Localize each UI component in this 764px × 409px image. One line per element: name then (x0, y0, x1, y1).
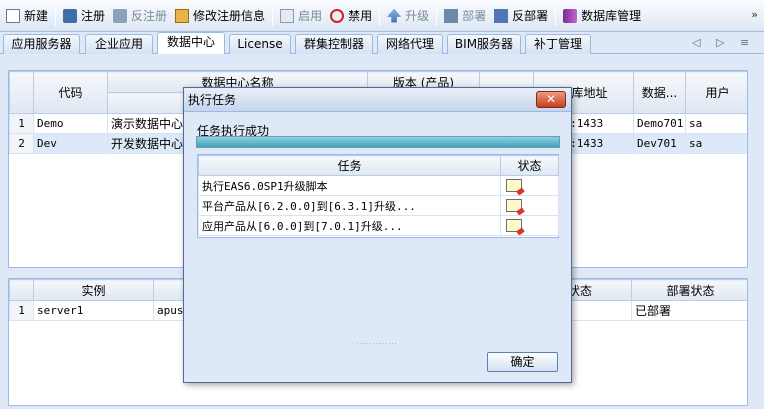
edit-icon (175, 8, 190, 23)
task-row[interactable]: 执行EAS6.0SP1升级脚本 (198, 175, 559, 196)
new-icon (6, 8, 20, 23)
cell-db-name: Dev701 (633, 133, 686, 154)
unregister-icon (113, 8, 128, 23)
enable-icon (280, 8, 295, 23)
toolbar-separator (555, 5, 557, 26)
register-button[interactable]: 注册 (59, 4, 109, 28)
tab-network-proxy[interactable]: 网络代理 (377, 34, 443, 54)
column-header-db-name[interactable]: 数据... (633, 71, 686, 114)
tab-app-server[interactable]: 应用服务器 (3, 34, 80, 54)
cell-user: sa (685, 113, 747, 134)
upgrade-label: 升级 (405, 9, 430, 23)
dialog-title: 执行任务 (188, 93, 237, 107)
tab-enterprise-app[interactable]: 企业应用 (85, 34, 153, 54)
execute-task-dialog: 执行任务 ✕ 任务执行成功 任务 状态 执行EAS6.0SP1升级脚本 平台产品… (183, 87, 572, 383)
close-icon[interactable]: ✕ (536, 91, 566, 108)
database-management-label: 数据库管理 (581, 9, 642, 23)
dialog-title-bar[interactable]: 执行任务 (184, 88, 571, 112)
task-name: 应用产品从[6.0.0]到[7.0.1]升级... (198, 215, 501, 236)
column-header-user[interactable]: 用户 (685, 71, 747, 114)
database-management-button[interactable]: 数据库管理 (559, 4, 645, 28)
cell-user: sa (685, 133, 747, 154)
task-done-icon (506, 218, 522, 232)
column-header-task[interactable]: 任务 (198, 155, 501, 176)
resize-grip-icon[interactable]: ············· (356, 340, 398, 348)
task-done-icon (506, 198, 522, 212)
cell-db-name: Demo701 (633, 113, 686, 134)
tab-bim-server[interactable]: BIM服务器 (447, 34, 521, 54)
tab-menu-icon[interactable]: ≡ (740, 36, 749, 49)
row-number: 1 (9, 113, 34, 134)
column-header-num (9, 71, 34, 114)
tab-patch-management[interactable]: 补丁管理 (525, 34, 591, 54)
column-header-code[interactable]: 代码 (33, 71, 108, 114)
task-status (500, 195, 559, 216)
tab-next-icon[interactable]: ▷ (716, 36, 724, 49)
upgrade-icon (387, 8, 402, 23)
toolbar: 新建 注册 反注册 修改注册信息 启用 禁用 升级 部署 反部署 数据库管理 » (0, 0, 764, 32)
enable-label: 启用 (298, 9, 323, 23)
new-button[interactable]: 新建 (2, 4, 52, 28)
undeploy-icon (494, 8, 509, 23)
cell-code: Dev (33, 133, 108, 154)
undeploy-button[interactable]: 反部署 (490, 4, 552, 28)
undeploy-label: 反部署 (512, 9, 549, 23)
column-header-deploy-status[interactable]: 部署状态 (631, 279, 747, 301)
cell-code: Demo (33, 113, 108, 134)
cell-instance: server1 (33, 300, 154, 321)
task-status (500, 175, 559, 196)
task-status (500, 215, 559, 236)
ok-button[interactable]: 确定 (487, 352, 558, 372)
column-header-num (9, 279, 34, 301)
disable-button[interactable]: 禁用 (326, 4, 376, 28)
task-name: 平台产品从[6.2.0.0]到[6.3.1]升级... (198, 195, 501, 216)
row-number: 1 (9, 300, 34, 321)
toolbar-separator (272, 5, 274, 26)
upgrade-button[interactable]: 升级 (383, 4, 433, 28)
tab-license[interactable]: License (229, 34, 291, 54)
unregister-label: 反注册 (131, 9, 168, 23)
toolbar-separator (379, 5, 381, 26)
tab-cluster-controller[interactable]: 群集控制器 (295, 34, 373, 54)
edit-registration-button[interactable]: 修改注册信息 (171, 4, 269, 28)
tab-bar: 应用服务器 企业应用 数据中心 License 群集控制器 网络代理 BIM服务… (0, 32, 764, 55)
deploy-label: 部署 (462, 9, 487, 23)
task-row[interactable]: 应用产品从[6.0.0]到[7.0.1]升级... (198, 215, 559, 236)
column-header-status[interactable]: 状态 (565, 279, 632, 301)
toolbar-separator (55, 5, 57, 26)
register-label: 注册 (81, 9, 106, 23)
column-header-instance[interactable]: 实例 (33, 279, 154, 301)
deploy-button[interactable]: 部署 (440, 4, 490, 28)
row-number: 2 (9, 133, 34, 154)
edit-registration-label: 修改注册信息 (193, 9, 266, 23)
enable-button[interactable]: 启用 (276, 4, 326, 28)
new-label: 新建 (24, 9, 49, 23)
database-icon (563, 8, 578, 23)
deploy-icon (444, 8, 459, 23)
disable-icon (330, 8, 345, 23)
task-row[interactable]: 平台产品从[6.2.0.0]到[6.3.1]升级... (198, 195, 559, 216)
cell-status (565, 300, 632, 321)
progress-fill (197, 137, 559, 147)
task-done-icon (506, 178, 522, 192)
tab-prev-icon[interactable]: ◁ (692, 36, 700, 49)
task-name: 执行EAS6.0SP1升级脚本 (198, 175, 501, 196)
cell-deploy-status: 已部署 (631, 300, 747, 321)
disable-label: 禁用 (348, 9, 373, 23)
register-icon (63, 8, 78, 23)
unregister-button[interactable]: 反注册 (109, 4, 171, 28)
tab-datacenter[interactable]: 数据中心 (157, 32, 225, 55)
toolbar-overflow-icon[interactable]: » (751, 8, 758, 21)
toolbar-separator (436, 5, 438, 26)
task-grid: 任务 状态 执行EAS6.0SP1升级脚本 平台产品从[6.2.0.0]到[6.… (197, 154, 559, 238)
column-header-status[interactable]: 状态 (500, 155, 559, 176)
progress-bar (196, 136, 560, 148)
